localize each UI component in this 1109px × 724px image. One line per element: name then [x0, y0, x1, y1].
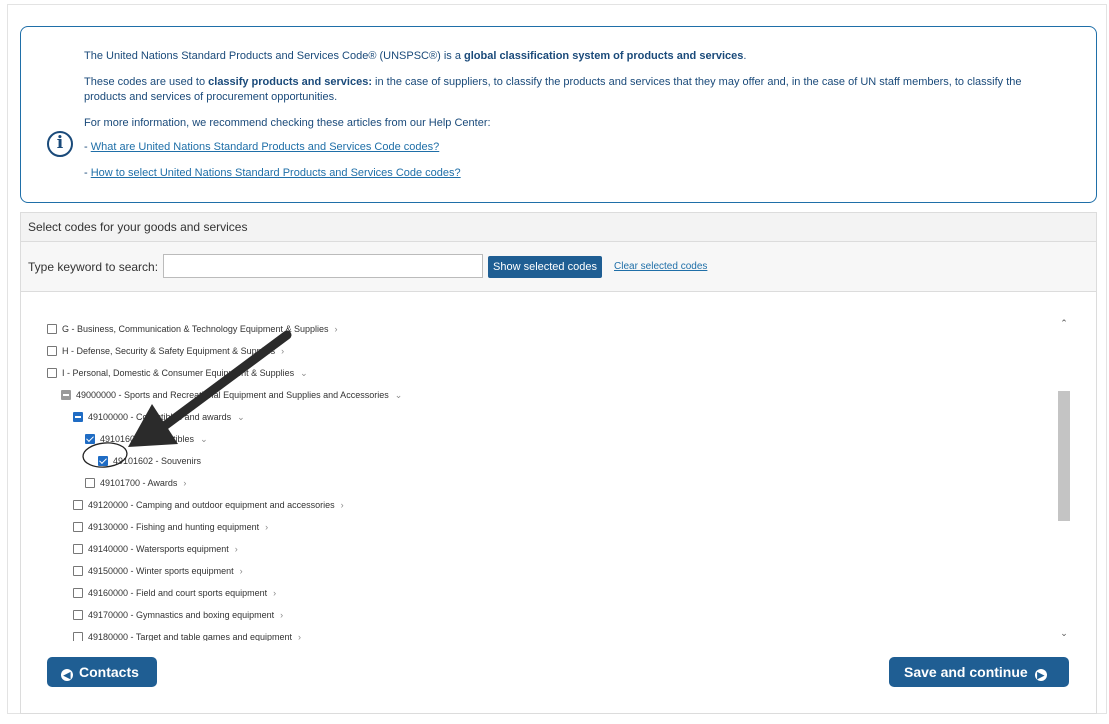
chevron-right-icon[interactable]: ›	[273, 588, 276, 598]
tree-item[interactable]: 49101600 - Collectibles ⌄	[85, 430, 208, 448]
clear-selected-codes-link[interactable]: Clear selected codes	[614, 261, 707, 272]
tree-item-label: 49000000 - Sports and Recreational Equip…	[76, 390, 389, 400]
chevron-right-icon[interactable]: ›	[235, 544, 238, 554]
tree-item-label: 49180000 - Target and table games and eq…	[88, 632, 292, 641]
chevron-down-icon[interactable]: ⌄	[237, 412, 245, 423]
code-tree: G - Business, Communication & Technology…	[21, 315, 1061, 641]
contacts-back-button[interactable]: ◀ Contacts	[47, 657, 157, 687]
info-icon: i	[47, 131, 73, 157]
tree-item-checkbox[interactable]	[47, 368, 57, 378]
chevron-down-icon[interactable]: ⌄	[200, 434, 208, 445]
scroll-up-icon[interactable]: ⌃	[1057, 317, 1071, 331]
search-row: Type keyword to search: Show selected co…	[21, 242, 1096, 292]
tree-item[interactable]: 49000000 - Sports and Recreational Equip…	[61, 386, 402, 404]
tree-item-checkbox[interactable]	[47, 324, 57, 334]
contacts-label: Contacts	[79, 664, 139, 680]
tree-item[interactable]: 49120000 - Camping and outdoor equipment…	[73, 496, 344, 514]
search-label: Type keyword to search:	[28, 260, 159, 274]
tree-item[interactable]: 49101602 - Souvenirs	[98, 452, 201, 470]
info-intro: The United Nations Standard Products and…	[84, 50, 747, 62]
help-link-row-1: - What are United Nations Standard Produ…	[84, 141, 440, 153]
save-label: Save and continue	[904, 664, 1028, 680]
tree-item-checkbox[interactable]	[85, 478, 95, 488]
tree-item[interactable]: 49180000 - Target and table games and eq…	[73, 628, 301, 641]
chevron-right-icon[interactable]: ›	[298, 632, 301, 641]
tree-item-label: 49140000 - Watersports equipment	[88, 544, 229, 554]
tree-item-checkbox[interactable]	[61, 390, 71, 400]
tree-item[interactable]: 49100000 - Collectibles and awards ⌄	[73, 408, 245, 426]
tree-item-checkbox[interactable]	[73, 500, 83, 510]
tree-scrollbar[interactable]: ⌃ ⌄	[1057, 315, 1071, 641]
tree-item[interactable]: 49170000 - Gymnastics and boxing equipme…	[73, 606, 283, 624]
tree-item[interactable]: 49140000 - Watersports equipment ›	[73, 540, 238, 558]
chevron-right-icon[interactable]: ›	[183, 478, 186, 488]
tree-item-checkbox[interactable]	[73, 412, 83, 422]
tree-item-label: 49170000 - Gymnastics and boxing equipme…	[88, 610, 275, 620]
tree-item-checkbox[interactable]	[73, 632, 83, 641]
tree-item[interactable]: 49130000 - Fishing and hunting equipment…	[73, 518, 268, 536]
help-link-how-to-select[interactable]: How to select United Nations Standard Pr…	[91, 167, 461, 179]
tree-item-checkbox[interactable]	[73, 588, 83, 598]
tree-item-label: 49101700 - Awards	[100, 478, 178, 488]
tree-item-label: 49100000 - Collectibles and awards	[88, 412, 232, 422]
info-usage-cont: products and services of procurement opp…	[84, 91, 338, 103]
tree-item-checkbox[interactable]	[73, 610, 83, 620]
tree-item-label: 49150000 - Winter sports equipment	[88, 566, 234, 576]
tree-item[interactable]: 49101700 - Awards ›	[85, 474, 186, 492]
help-link-what-are-codes[interactable]: What are United Nations Standard Product…	[91, 141, 440, 153]
tree-item-label: 49101600 - Collectibles	[100, 434, 195, 444]
tree-item-checkbox[interactable]	[47, 346, 57, 356]
chevron-right-icon[interactable]: ›	[280, 610, 283, 620]
save-and-continue-button[interactable]: Save and continue ▶	[889, 657, 1069, 687]
tree-item[interactable]: H - Defense, Security & Safety Equipment…	[47, 342, 284, 360]
tree-item-label: G - Business, Communication & Technology…	[62, 324, 329, 334]
tree-item[interactable]: I - Personal, Domestic & Consumer Equipm…	[47, 364, 308, 382]
tree-item-label: H - Defense, Security & Safety Equipment…	[62, 346, 276, 356]
tree-item-label: 49120000 - Camping and outdoor equipment…	[88, 500, 335, 510]
tree-item[interactable]: 49150000 - Winter sports equipment ›	[73, 562, 243, 580]
keyword-search-input[interactable]	[163, 254, 483, 278]
info-usage: These codes are used to classify product…	[84, 76, 1022, 88]
panel-title: Select codes for your goods and services	[21, 213, 1096, 242]
chevron-right-icon[interactable]: ›	[341, 500, 344, 510]
tree-item-checkbox[interactable]	[73, 522, 83, 532]
help-link-row-2: - How to select United Nations Standard …	[84, 167, 461, 179]
chevron-right-icon[interactable]: ›	[334, 324, 337, 334]
info-box: i The United Nations Standard Products a…	[20, 26, 1097, 203]
tree-item-checkbox[interactable]	[73, 544, 83, 554]
chevron-down-icon[interactable]: ⌄	[300, 368, 308, 379]
code-selection-panel: Select codes for your goods and services…	[20, 212, 1097, 714]
arrow-right-circle-icon: ▶	[1034, 669, 1047, 681]
show-selected-codes-button[interactable]: Show selected codes	[488, 256, 602, 278]
tree-item-label: I - Personal, Domestic & Consumer Equipm…	[62, 368, 295, 378]
tree-item-checkbox[interactable]	[85, 434, 95, 444]
tree-item[interactable]: G - Business, Communication & Technology…	[47, 320, 337, 338]
info-help: For more information, we recommend check…	[84, 117, 491, 129]
chevron-right-icon[interactable]: ›	[281, 346, 284, 356]
scroll-down-icon[interactable]: ⌄	[1057, 627, 1071, 641]
arrow-left-circle-icon: ◀	[61, 669, 73, 681]
chevron-right-icon[interactable]: ›	[265, 522, 268, 532]
scrollbar-thumb[interactable]	[1058, 391, 1070, 521]
chevron-right-icon[interactable]: ›	[240, 566, 243, 576]
chevron-down-icon[interactable]: ⌄	[395, 390, 403, 401]
tree-item-label: 49130000 - Fishing and hunting equipment	[88, 522, 260, 532]
tree-item-label: 49160000 - Field and court sports equipm…	[88, 588, 268, 598]
tree-item-checkbox[interactable]	[73, 566, 83, 576]
tree-item[interactable]: 49160000 - Field and court sports equipm…	[73, 584, 276, 602]
tree-item-label: 49101602 - Souvenirs	[113, 456, 202, 466]
tree-item-checkbox[interactable]	[98, 456, 108, 466]
